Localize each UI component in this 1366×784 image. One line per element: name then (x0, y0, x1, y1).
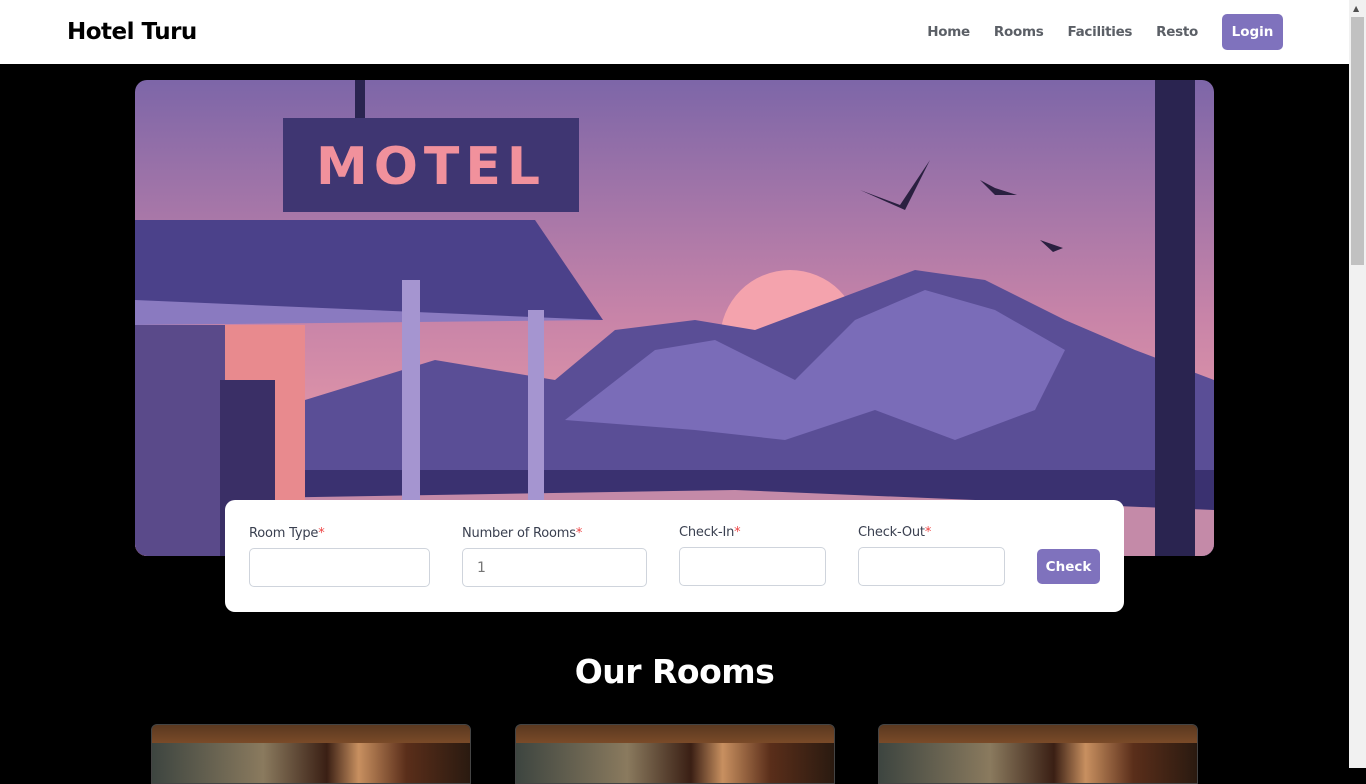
scroll-up-icon[interactable]: ▲ (1353, 4, 1359, 13)
scrollbar[interactable]: ▲ (1349, 0, 1366, 768)
room-type-label: Room Type* (249, 526, 325, 541)
number-of-rooms-label: Number of Rooms* (462, 526, 583, 541)
nav-rooms[interactable]: Rooms (994, 24, 1044, 40)
check-out-label: Check-Out* (858, 525, 932, 540)
check-in-input[interactable] (679, 547, 826, 586)
number-of-rooms-input[interactable] (462, 548, 647, 587)
room-card[interactable] (515, 724, 835, 784)
login-button[interactable]: Login (1222, 14, 1283, 50)
room-card[interactable] (151, 724, 471, 784)
booking-form: Room Type* Number of Rooms* Check-In* Ch… (225, 500, 1124, 612)
brand-logo[interactable]: Hotel Turu (67, 19, 197, 45)
nav-resto[interactable]: Resto (1156, 24, 1198, 40)
room-type-input[interactable] (249, 548, 430, 587)
navbar: Hotel Turu Home Rooms Facilities Resto L… (0, 0, 1349, 64)
scrollbar-thumb[interactable] (1351, 17, 1364, 265)
room-card[interactable] (878, 724, 1198, 784)
check-button[interactable]: Check (1037, 549, 1100, 584)
nav-facilities[interactable]: Facilities (1067, 24, 1132, 40)
motel-sign: MOTEL (316, 137, 546, 197)
check-in-label: Check-In* (679, 525, 741, 540)
nav-home[interactable]: Home (927, 24, 970, 40)
section-title: Our Rooms (574, 652, 775, 691)
check-out-input[interactable] (858, 547, 1005, 586)
hero-image: MOTEL (135, 80, 1214, 556)
